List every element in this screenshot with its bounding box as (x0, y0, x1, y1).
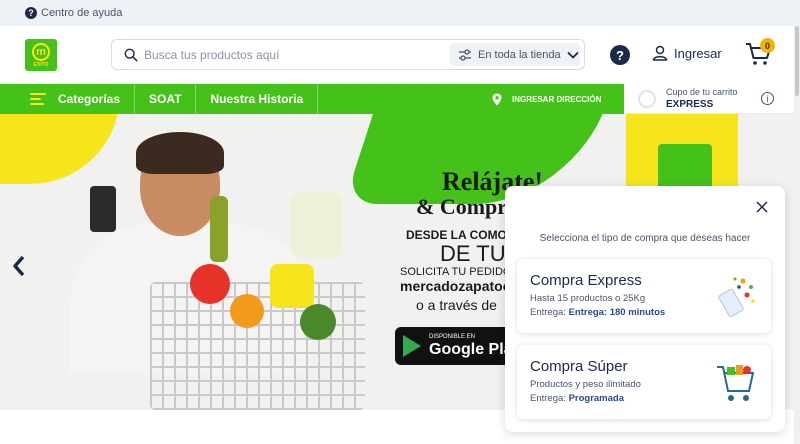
help-center-link[interactable]: Centro de ayuda (41, 7, 122, 19)
option-delivery: Entrega: Entrega: 180 minutos (530, 307, 666, 318)
chevron-down-icon (566, 51, 579, 59)
product-orange (230, 294, 264, 328)
nav-item-history[interactable]: Nuestra Historia (196, 84, 319, 114)
google-play-icon (403, 335, 421, 357)
user-icon (652, 45, 668, 61)
chevron-left-icon (13, 255, 25, 277)
option-compra-express[interactable]: Compra Express Hasta 15 productos o 25Kg… (517, 259, 771, 333)
top-bar: ? Centro de ayuda (0, 0, 800, 26)
person-hair (136, 132, 224, 174)
quota-mode: EXPRESS (666, 99, 714, 110)
carousel-prev-button[interactable] (9, 253, 29, 279)
shopping-cart-icon (717, 365, 755, 401)
option-description: Productos y peso ilimitado (530, 379, 641, 390)
option-title: Compra Express (530, 272, 642, 289)
modal-prompt: Selecciona el tipo de compra que deseas … (539, 233, 751, 244)
banner-subtitle: & Compra (416, 194, 519, 219)
cart-quota[interactable]: Cupo de tu carrito EXPRESS i (624, 84, 800, 114)
product-bag (290, 192, 342, 258)
option-compra-super[interactable]: Compra Súper Productos y peso ilimitado … (517, 345, 771, 419)
phone-illustration (90, 186, 116, 232)
info-icon[interactable]: i (761, 92, 774, 105)
address-label: INGRESAR DIRECCIÓN (512, 94, 602, 104)
option-description: Hasta 15 productos o 25Kg (530, 293, 646, 304)
brand-logo[interactable]: m EXITO (25, 39, 57, 71)
header: m EXITO En toda la tienda ? Ingresar 0 (0, 26, 800, 84)
quota-progress-ring (638, 89, 656, 108)
scrollbar[interactable] (794, 26, 800, 444)
search-bar: En toda la tienda (111, 39, 585, 70)
option-delivery: Entrega: Programada (530, 393, 624, 404)
option-title: Compra Súper (530, 358, 628, 375)
login-label: Ingresar (674, 45, 722, 61)
help-button[interactable]: ? (610, 45, 630, 65)
hamburger-icon[interactable] (30, 93, 46, 105)
product-oil-bottle (210, 196, 228, 262)
quota-label: Cupo de tu carrito (666, 87, 738, 97)
purchase-type-modal: Selecciona el tipo de compra que deseas … (505, 186, 785, 432)
search-icon[interactable] (124, 48, 138, 62)
decorative-yellow-shape (0, 114, 120, 184)
scrollbar-thumb[interactable] (795, 26, 799, 96)
product-tomato (190, 264, 230, 304)
question-icon: ? (616, 47, 624, 63)
location-pin-icon (492, 93, 502, 105)
cart-count-badge: 0 (760, 38, 775, 53)
nav-item-soat[interactable]: SOAT (135, 84, 197, 114)
product-pack (270, 264, 314, 308)
search-input[interactable] (144, 47, 434, 62)
main-nav: Categorías SOAT Nuestra Historia INGRESA… (0, 84, 624, 114)
banner-line-7: o a través de (416, 297, 497, 313)
login-button[interactable]: Ingresar (652, 45, 722, 61)
question-icon: ? (25, 7, 37, 19)
express-phone-icon (718, 277, 755, 318)
search-scope-label: En toda la tienda (478, 48, 561, 61)
filter-icon (459, 48, 471, 61)
address-button[interactable]: INGRESAR DIRECCIÓN (492, 93, 601, 106)
close-icon[interactable] (755, 200, 769, 214)
search-scope-select[interactable]: En toda la tienda (450, 43, 580, 66)
product-lettuce (300, 304, 336, 340)
nav-categories[interactable]: Categorías (46, 84, 136, 114)
